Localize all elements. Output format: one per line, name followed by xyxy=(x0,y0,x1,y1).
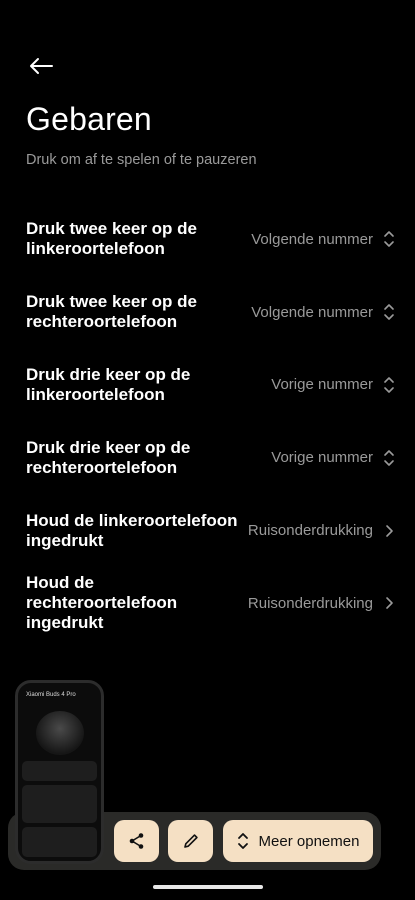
thumbnail-battery-card xyxy=(22,761,97,781)
gesture-row-triple-right[interactable]: Druk drie keer op de rechteroortelefoon … xyxy=(0,421,415,494)
up-down-chevron-icon xyxy=(381,229,397,249)
gesture-label: Houd de rechteroortelefoon ingedrukt xyxy=(26,573,178,633)
gesture-label: Druk twee keer op de rechteroortelefoon xyxy=(26,292,198,332)
gesture-row-double-right[interactable]: Druk twee keer op de rechteroortelefoon … xyxy=(0,276,415,349)
edit-button[interactable] xyxy=(168,820,213,862)
up-down-chevron-icon xyxy=(381,375,397,395)
section-subtitle: Druk om af te spelen of te pauzeren xyxy=(26,152,257,168)
gesture-label: Druk drie keer op de rechteroortelefoon xyxy=(26,437,191,477)
gesture-list: Druk twee keer op de linkeroortelefoon V… xyxy=(0,203,415,640)
home-indicator[interactable] xyxy=(153,885,263,889)
scroll-capture-label: Meer opnemen xyxy=(258,832,360,850)
chevron-right-icon xyxy=(381,521,397,541)
gesture-label: Houd de linkeroortelefoon ingedrukt xyxy=(26,510,238,550)
thumbnail-menu-card xyxy=(22,827,97,857)
arrow-left-icon xyxy=(30,58,53,74)
expand-vertical-icon xyxy=(237,833,248,849)
gesture-row-hold-left[interactable]: Houd de linkeroortelefoon ingedrukt Ruis… xyxy=(0,494,415,567)
gesture-label: Druk twee keer op de linkeroortelefoon xyxy=(26,219,198,259)
back-button[interactable] xyxy=(26,52,56,80)
screenshot-thumbnail[interactable]: Xiaomi Buds 4 Pro xyxy=(15,680,104,864)
pencil-icon xyxy=(183,834,198,848)
page-title: Gebaren xyxy=(26,101,152,137)
gesture-label: Druk drie keer op de linkeroortelefoon xyxy=(26,364,191,404)
up-down-chevron-icon xyxy=(381,448,397,468)
gesture-row-hold-right[interactable]: Houd de rechteroortelefoon ingedrukt Rui… xyxy=(0,567,415,640)
thumbnail-title: Xiaomi Buds 4 Pro xyxy=(26,692,76,698)
scroll-capture-button[interactable]: Meer opnemen xyxy=(223,820,373,862)
earbuds-image xyxy=(36,711,84,755)
share-button[interactable] xyxy=(114,820,159,862)
gesture-value: Ruisonderdrukking xyxy=(247,522,373,540)
chevron-right-icon xyxy=(381,593,397,613)
thumbnail-mode-card xyxy=(22,785,97,823)
gesture-value: Vorige nummer xyxy=(271,449,373,467)
gesture-value: Volgende nummer xyxy=(251,303,373,321)
gesture-row-triple-left[interactable]: Druk drie keer op de linkeroortelefoon V… xyxy=(0,349,415,422)
gesture-value: Ruisonderdrukking xyxy=(247,594,373,612)
share-icon xyxy=(129,833,143,849)
gesture-value: Volgende nummer xyxy=(251,230,373,248)
up-down-chevron-icon xyxy=(381,302,397,322)
gesture-value: Vorige nummer xyxy=(271,376,373,394)
gesture-row-double-left[interactable]: Druk twee keer op de linkeroortelefoon V… xyxy=(0,203,415,276)
